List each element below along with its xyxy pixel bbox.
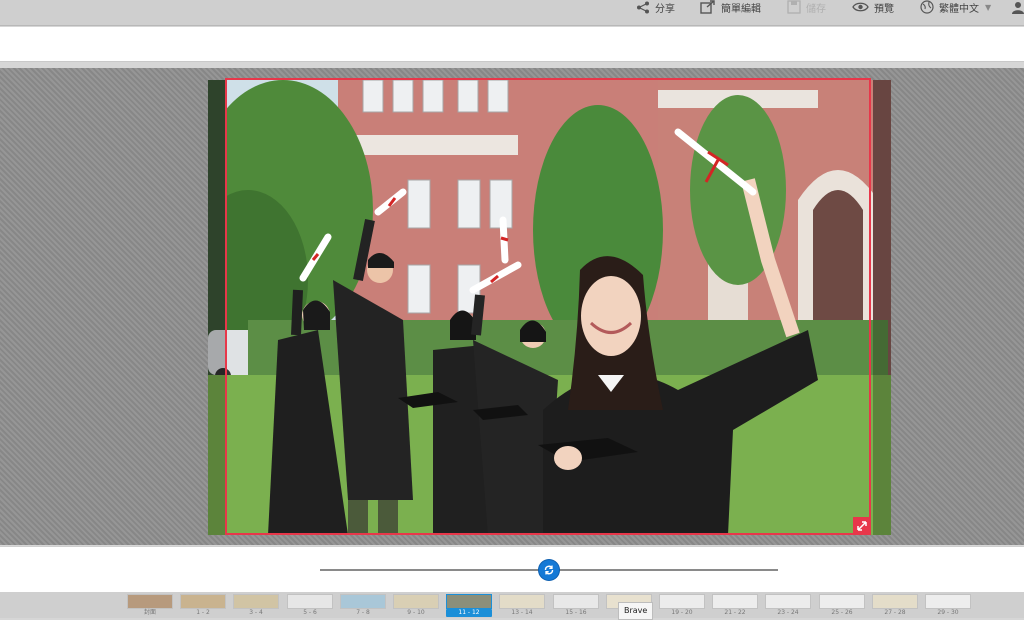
- resize-handle[interactable]: [853, 517, 871, 535]
- zoom-slider-bar: [0, 546, 1024, 593]
- save-label: 儲存: [806, 3, 826, 15]
- thumbnail-label: 25 - 26: [831, 609, 853, 616]
- thumbnail-label: 13 - 14: [511, 609, 533, 616]
- page-thumbnail[interactable]: 11 - 12: [446, 594, 492, 618]
- thumbnail-label: 23 - 24: [777, 609, 799, 616]
- zoom-slider-knob[interactable]: [539, 560, 559, 580]
- language-label: 繁體中文: [939, 3, 979, 15]
- simple-edit-label: 簡單編輯: [721, 3, 761, 15]
- share-button[interactable]: 分享: [636, 0, 675, 15]
- thumbnail-label: 3 - 4: [249, 609, 263, 616]
- thumbnail-label: 7 - 8: [356, 609, 370, 616]
- thumbnail-image: [340, 594, 386, 609]
- thumbnail-image: [180, 594, 226, 609]
- page-thumbnail[interactable]: 1 - 2: [180, 594, 226, 618]
- thumbnail-image: [872, 594, 918, 609]
- thumbnail-label: 21 - 22: [724, 609, 746, 616]
- language-selector[interactable]: 繁體中文 ▼: [920, 0, 992, 15]
- thumbnail-image: [499, 594, 545, 609]
- globe-icon: [920, 0, 934, 14]
- page-thumbnail[interactable]: 23 - 24: [765, 594, 811, 618]
- external-edit-icon: [700, 0, 715, 14]
- thumbnail-image: [819, 594, 865, 609]
- chevron-down-icon: ▼: [985, 2, 992, 12]
- page-thumbnail[interactable]: 13 - 14: [499, 594, 545, 618]
- thumbnail-image: [659, 594, 705, 609]
- thumbnail-image: [393, 594, 439, 609]
- page-thumbnail[interactable]: 封面: [127, 594, 173, 618]
- user-button[interactable]: [1012, 0, 1024, 14]
- text-input[interactable]: [0, 27, 1024, 61]
- tooltip: Brave: [618, 602, 654, 620]
- page-thumbnail[interactable]: 21 - 22: [712, 594, 758, 618]
- thumbnail-label: 5 - 6: [303, 609, 317, 616]
- thumbnail-label: 29 - 30: [937, 609, 959, 616]
- thumbnail-label: 9 - 10: [407, 609, 425, 616]
- crop-frame[interactable]: [225, 78, 871, 535]
- eye-icon: [852, 2, 869, 12]
- thumbnail-image: [287, 594, 333, 609]
- thumbnail-label: 11 - 12: [446, 609, 492, 617]
- thumbnail-label: 1 - 2: [196, 609, 210, 616]
- thumbnail-image: [233, 594, 279, 609]
- user-icon: [1012, 1, 1024, 14]
- top-toolbar: 分享 簡單編輯 儲存 預覽 繁體中文 ▼: [0, 0, 1024, 26]
- preview-button[interactable]: 預覽: [852, 0, 894, 15]
- thumbnail-image: [712, 594, 758, 609]
- page-thumbnail[interactable]: 7 - 8: [340, 594, 386, 618]
- thumbnail-label: 27 - 28: [884, 609, 906, 616]
- page-thumbnail[interactable]: 5 - 6: [287, 594, 333, 618]
- page-thumbnail[interactable]: 9 - 10: [393, 594, 439, 618]
- page-thumbnail[interactable]: 27 - 28: [872, 594, 918, 618]
- share-label: 分享: [655, 3, 675, 15]
- page-thumbnail[interactable]: 15 - 16: [553, 594, 599, 618]
- thumbnail-image: [925, 594, 971, 609]
- thumbnail-label: 15 - 16: [565, 609, 587, 616]
- share-icon: [637, 1, 649, 13]
- resize-diagonal-icon: [857, 521, 867, 531]
- page-thumbnail[interactable]: 25 - 26: [819, 594, 865, 618]
- simple-edit-button[interactable]: 簡單編輯: [700, 0, 761, 15]
- page-thumbnail[interactable]: 19 - 20: [659, 594, 705, 618]
- thumbnail-image: [446, 594, 492, 609]
- thumbnail-image: [553, 594, 599, 609]
- page-thumbnail[interactable]: 29 - 30: [925, 594, 971, 618]
- thumbnail-image: [765, 594, 811, 609]
- thumbnail-label: 封面: [143, 609, 156, 616]
- save-icon: [787, 0, 801, 14]
- text-input-bar: [0, 27, 1024, 62]
- thumbnail-image: [127, 594, 173, 609]
- preview-label: 預覽: [874, 3, 894, 15]
- thumbnail-label: 19 - 20: [671, 609, 693, 616]
- page-thumbnail-strip: 封面 1 - 2 3 - 4 5 - 6 7 - 8 9 - 10 11 - 12 13 - …: [0, 592, 1024, 618]
- save-button[interactable]: 儲存: [787, 0, 826, 15]
- page-thumbnail[interactable]: 3 - 4: [233, 594, 279, 618]
- rotate-icon: [544, 565, 554, 575]
